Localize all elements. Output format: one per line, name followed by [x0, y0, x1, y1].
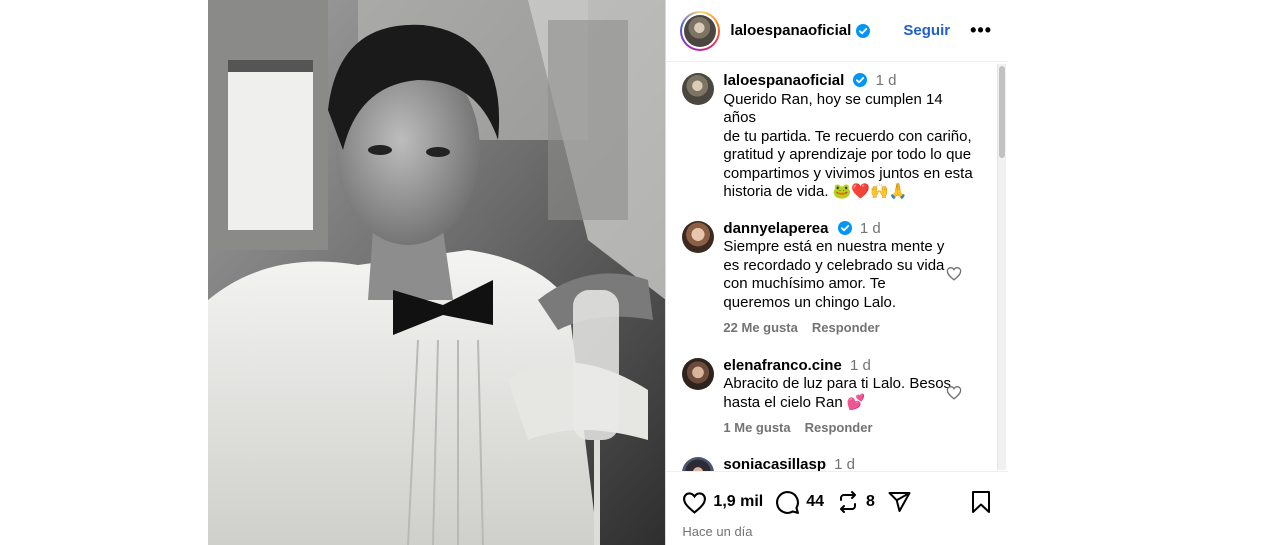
- post-caption: laloespanaoficial 1 d Querido Ran, hoy s…: [682, 72, 1008, 202]
- comments-section[interactable]: laloespanaoficial 1 d Querido Ran, hoy s…: [666, 62, 1008, 472]
- commenter-avatar[interactable]: [682, 456, 715, 471]
- verified-badge-icon: [853, 73, 868, 87]
- comment-likes[interactable]: 1 Me gusta: [723, 420, 790, 435]
- post-photo-illustration: [208, 0, 666, 545]
- commenter-avatar[interactable]: [682, 357, 715, 390]
- post-header: laloespanaoficial Seguir •••: [666, 0, 1008, 62]
- comment-item: elenafranco.cine 1 d Abracito de luz par…: [682, 357, 1008, 438]
- send-icon: [888, 492, 911, 512]
- comment-button[interactable]: [775, 490, 800, 515]
- heart-icon: [683, 491, 707, 514]
- verified-badge-icon: [837, 220, 852, 235]
- comment-time[interactable]: 1 d: [850, 357, 871, 374]
- reply-button[interactable]: Responder: [805, 420, 873, 435]
- caption-avatar[interactable]: [682, 73, 715, 105]
- commenter-username[interactable]: dannyelaperea: [723, 220, 828, 237]
- comment-text: Siempre está en nuestra mente y es recor…: [723, 238, 945, 311]
- comments-scrollbar[interactable]: [997, 64, 1006, 470]
- post-actions: 1,9 mil 44 8: [666, 472, 1008, 532]
- commenter-avatar[interactable]: [682, 220, 715, 253]
- share-button[interactable]: [887, 490, 912, 514]
- comment-item: soniacasillasp 1 d: [682, 456, 1008, 472]
- comment-item: dannyelaperea 1 d Siempre está en nuestr…: [682, 220, 1008, 338]
- more-options-icon[interactable]: •••: [968, 20, 994, 41]
- author-avatar[interactable]: [680, 10, 721, 51]
- commenter-username[interactable]: soniacasillasp: [723, 456, 826, 472]
- post-photo[interactable]: [208, 0, 666, 545]
- post-container: laloespanaoficial Seguir ••• laloespanao…: [208, 0, 1008, 545]
- verified-badge-icon: [856, 23, 871, 38]
- repost-button[interactable]: [836, 490, 860, 514]
- caption-text: Querido Ran, hoy se cumplen 14 años de t…: [723, 90, 973, 201]
- caption-time[interactable]: 1 d: [876, 72, 897, 89]
- caption-username[interactable]: laloespanaoficial: [723, 72, 844, 89]
- like-button[interactable]: [682, 491, 707, 514]
- commenter-username[interactable]: elenafranco.cine: [723, 357, 841, 374]
- author-username[interactable]: laloespanaoficial: [730, 22, 851, 39]
- comment-time[interactable]: 1 d: [834, 456, 855, 472]
- author-avatar-image: [684, 14, 717, 47]
- bookmark-icon: [972, 491, 990, 513]
- follow-button[interactable]: Seguir: [903, 22, 950, 39]
- post-timestamp[interactable]: Hace un día: [666, 524, 1008, 539]
- comment-icon: [776, 490, 800, 514]
- comment-like-heart-icon[interactable]: [946, 266, 962, 284]
- comment-likes[interactable]: 22 Me gusta: [723, 320, 797, 335]
- comment-text: Abracito de luz para ti Lalo. Besos hast…: [723, 375, 952, 411]
- save-button[interactable]: [970, 490, 992, 514]
- post-side-panel: laloespanaoficial Seguir ••• laloespanao…: [665, 0, 1008, 545]
- scrollbar-thumb[interactable]: [999, 66, 1005, 158]
- comment-count[interactable]: 44: [806, 493, 824, 511]
- repost-count[interactable]: 8: [866, 493, 875, 511]
- repost-icon: [840, 491, 857, 513]
- comment-time[interactable]: 1 d: [860, 220, 881, 237]
- comment-like-heart-icon[interactable]: [946, 385, 962, 403]
- reply-button[interactable]: Responder: [812, 320, 880, 335]
- like-count[interactable]: 1,9 mil: [713, 493, 763, 511]
